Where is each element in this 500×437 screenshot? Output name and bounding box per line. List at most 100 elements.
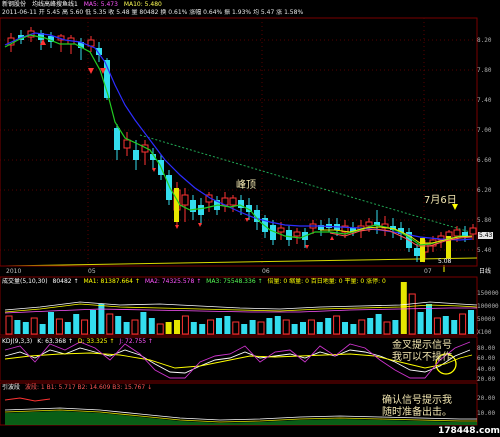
highlight-candle [174, 188, 179, 222]
candle [114, 128, 120, 150]
candle [198, 205, 204, 215]
candle [462, 232, 468, 236]
candle [123, 139, 131, 149]
price-axis-label-7: 5.40 [477, 247, 492, 254]
volume-bar [442, 316, 449, 334]
candle [181, 194, 189, 206]
volume-axis-label-3: X100 [477, 329, 492, 336]
volume-bar [383, 321, 391, 335]
candle [469, 227, 477, 235]
volume-bar [190, 322, 197, 334]
ma-green-line [4, 34, 473, 246]
volume-bar [174, 320, 180, 334]
price-axis-label-5: 6.20 [477, 187, 492, 194]
volume-title: 成交量(5,10,30) [2, 278, 48, 285]
volume-bar [316, 322, 323, 334]
kdj-d: D: 33.325 ↑ [77, 338, 115, 345]
volume-bar [307, 319, 315, 335]
volume-ma3: MA3: 75548.336 ↑ [206, 278, 263, 285]
volume-bar [131, 319, 139, 335]
x-label-07: 07 [424, 268, 432, 275]
volume-bar [257, 321, 265, 335]
volume-axis-label-2: 50000 [477, 316, 496, 323]
candle [414, 248, 420, 256]
volume-axis-label-1: 100000 [477, 303, 499, 310]
volume-bar [224, 316, 231, 334]
candles [7, 27, 477, 262]
volume-bar [48, 312, 54, 334]
volume-header: 成交量(5,10,30) 80482 ↑ MA1: 81387.664 ↑ MA… [2, 278, 477, 285]
highlight-candle [420, 238, 425, 262]
stock-chart [0, 17, 478, 426]
confirm-annotation: 确认信号提示我 随时准备出击。 [382, 395, 452, 418]
volume-bar [64, 322, 71, 334]
watermark: 178448.com [438, 426, 500, 436]
peak-annotation: 峰顶 [236, 180, 256, 191]
date-annotation: 7月6日 [424, 195, 457, 206]
low-price-label: 5.08 [438, 258, 452, 265]
volume-bar [123, 322, 130, 334]
volume-bar [81, 319, 89, 335]
price-axis-label-6: 5.80 [477, 217, 492, 224]
volume-bar [140, 312, 147, 334]
volume-bar [400, 282, 407, 334]
volume-bar [451, 320, 458, 334]
volume-bar [333, 315, 341, 335]
volume-tags: 倍量: 0 缩量: 0 百日地量: 0 平量: 0 涨停: 0 [267, 278, 386, 285]
volume-bar [367, 318, 374, 334]
volume-bar [156, 323, 164, 335]
volume-bar [417, 312, 424, 334]
candle [133, 150, 139, 160]
volume-ma2: MA2: 74325.578 ↑ [144, 278, 202, 285]
volume-bar [274, 316, 281, 334]
volume-v1: 80482 ↑ [52, 278, 79, 285]
volume-bar [148, 318, 155, 334]
candle [229, 197, 237, 206]
volume-bar [165, 322, 172, 334]
sub-header: 引波段 波段: 1 B1: 5.717 B2: 14.609 B3: 15.76… [2, 384, 152, 391]
volume-bar [350, 324, 357, 334]
price-grid [0, 18, 477, 266]
volume-bar [282, 319, 290, 335]
volume-bar [300, 322, 306, 334]
volume-bar [5, 315, 13, 335]
price-panel-frame [0, 17, 478, 267]
volume-bar [90, 310, 96, 334]
volume-bar [216, 318, 222, 334]
volume-bar [325, 318, 332, 334]
candle [293, 231, 301, 237]
volume-bar [115, 316, 122, 334]
price-axis-label-4: 6.60 [477, 157, 492, 164]
kdj-axis-label-0: 80.00 [477, 345, 496, 352]
volume-ma1: MA1: 81387.664 ↑ [83, 278, 140, 285]
volume-bar [181, 315, 189, 335]
sub-axis-label-1: 10.00 [477, 410, 496, 417]
kdj-k: K: 63.368 ↑ [37, 338, 73, 345]
volume-bar [459, 313, 467, 335]
kdj-header: KDJ(9,3,3) K: 63.368 ↑ D: 33.325 ↑ J: 72… [2, 338, 153, 345]
kdj-axis-label-3: 20.00 [477, 376, 496, 383]
price-axis-label-1: 7.80 [477, 67, 492, 74]
volume-bar [266, 318, 273, 334]
golden-cross-annotation: 金叉提示信号 我可以不操作 [392, 340, 452, 363]
price-axis-label-0: 8.20 [477, 37, 492, 44]
price-axis-label-2: 7.40 [477, 97, 492, 104]
volume-bar [291, 324, 298, 334]
volume-bar [358, 319, 366, 335]
volume-bar [408, 293, 416, 335]
x-axis-period[interactable]: 日线 [479, 268, 491, 275]
volume-bar [433, 317, 441, 335]
candle [453, 229, 461, 237]
kdj-axis-label-2: 40.00 [477, 366, 496, 373]
x-label-06: 06 [262, 268, 270, 275]
sub-values: 波段: 1 B1: 5.717 B2: 14.609 B3: 15.767 ↓ [24, 384, 153, 391]
x-label-2010: 2010 [6, 268, 22, 275]
ma-blue-line [4, 32, 473, 241]
candle [277, 227, 285, 233]
volume-bar [39, 324, 46, 334]
volume-bar [232, 321, 240, 335]
volume-bar [392, 320, 399, 334]
candle [365, 221, 373, 227]
volume-bar [199, 324, 206, 334]
volume-bar [30, 317, 38, 335]
